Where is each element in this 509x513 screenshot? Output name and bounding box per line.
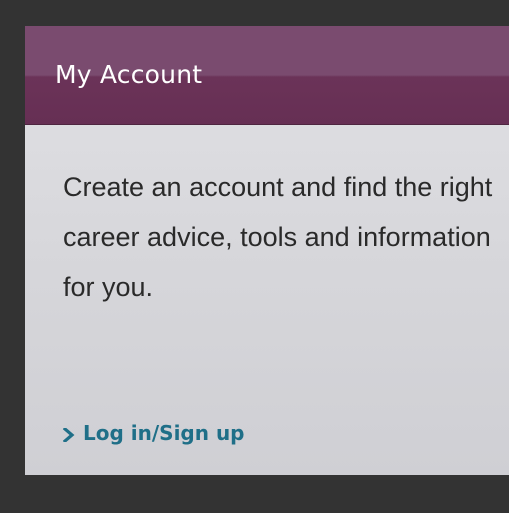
login-signup-link[interactable]: Log in/Sign up: [62, 421, 245, 445]
panel-title: My Account: [55, 60, 203, 89]
panel-header: My Account: [25, 26, 509, 125]
login-signup-label: Log in/Sign up: [83, 421, 245, 445]
chevron-right-icon: [62, 426, 75, 443]
my-account-panel: My Account Create an account and find th…: [25, 26, 509, 475]
panel-description: Create an account and find the right car…: [63, 172, 493, 302]
